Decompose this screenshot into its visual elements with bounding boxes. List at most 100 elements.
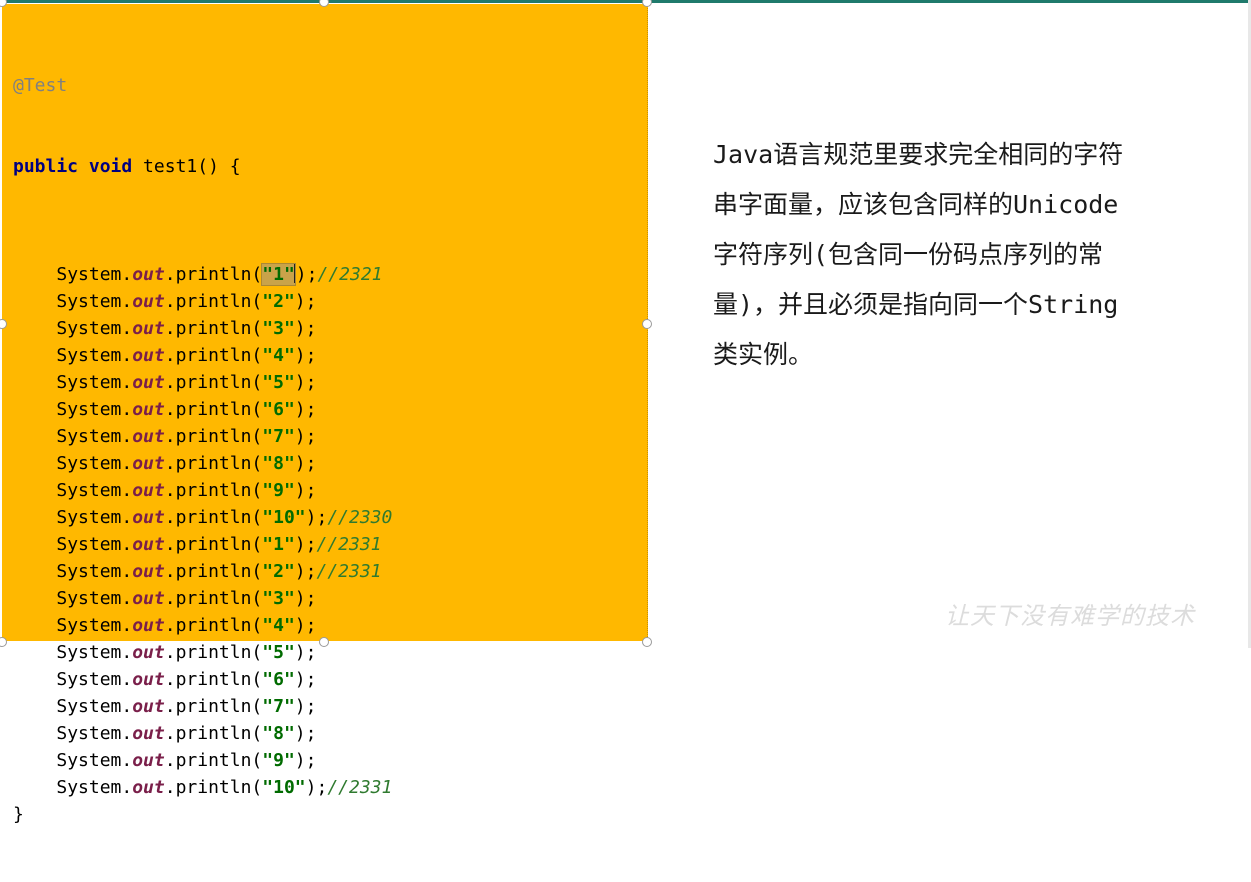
method-call: .println( xyxy=(164,696,263,717)
field-out: out xyxy=(132,750,165,771)
field-out: out xyxy=(132,399,165,420)
string-literal: "4" xyxy=(262,345,295,366)
code-statement-line: System.out.println("6"); xyxy=(13,396,392,423)
statement-end: ); xyxy=(294,615,317,636)
receiver-text: System. xyxy=(56,399,133,420)
receiver-text: System. xyxy=(56,723,133,744)
statement-end: ); xyxy=(294,345,317,366)
method-call: .println( xyxy=(164,372,263,393)
statement-end: ); xyxy=(294,399,317,420)
statement-end: ); xyxy=(294,696,317,717)
code-statement-line: System.out.println("4"); xyxy=(13,342,392,369)
string-literal: "2" xyxy=(262,561,295,582)
statement-end: ); xyxy=(294,372,317,393)
method-call: .println( xyxy=(164,507,263,528)
watermark: 让天下没有难学的技术 xyxy=(945,602,1195,630)
statement-end: ); xyxy=(294,480,317,501)
resize-handle-bottom-right[interactable] xyxy=(642,637,652,647)
statement-end: ); xyxy=(294,642,317,663)
receiver-text: System. xyxy=(56,480,133,501)
receiver-text: System. xyxy=(56,453,133,474)
string-literal: "10" xyxy=(262,777,306,798)
description-line-1: Java语言规范里要求完全相同的字符 xyxy=(713,140,1124,169)
resize-handle-top-right[interactable] xyxy=(642,0,652,7)
receiver-text: System. xyxy=(56,264,133,285)
code-statement-line: System.out.println("4"); xyxy=(13,612,392,639)
receiver-text: System. xyxy=(56,696,133,717)
statement-end: ); xyxy=(305,507,328,528)
string-literal: "1" xyxy=(261,263,296,286)
closing-brace-line: } xyxy=(13,801,392,828)
string-literal: "8" xyxy=(262,723,295,744)
statement-end: ); xyxy=(305,777,328,798)
code-statement-line: System.out.println("6"); xyxy=(13,666,392,693)
statement-end: ); xyxy=(294,561,317,582)
code-textbox[interactable]: @Test public void test1() { System.out.p… xyxy=(2,4,648,825)
method-call: .println( xyxy=(164,399,263,420)
method-call: .println( xyxy=(164,534,263,555)
field-out: out xyxy=(132,291,165,312)
resize-handle-bottom-left[interactable] xyxy=(0,637,7,647)
method-call: .println( xyxy=(164,345,263,366)
slide-top-border xyxy=(0,0,1251,3)
code-statement-line: System.out.println("8"); xyxy=(13,450,392,477)
receiver-text: System. xyxy=(56,615,133,636)
field-out: out xyxy=(132,480,165,501)
code-statement-line: System.out.println("1");//2331 xyxy=(13,531,392,558)
receiver-text: System. xyxy=(56,642,133,663)
statement-end: ); xyxy=(294,750,317,771)
receiver-text: System. xyxy=(56,318,133,339)
field-out: out xyxy=(132,777,165,798)
method-call: .println( xyxy=(164,480,263,501)
receiver-text: System. xyxy=(56,750,133,771)
receiver-text: System. xyxy=(56,372,133,393)
statement-end: ); xyxy=(294,723,317,744)
code-statement-line: System.out.println("3"); xyxy=(13,315,392,342)
field-out: out xyxy=(132,615,165,636)
string-literal: "10" xyxy=(262,507,306,528)
string-literal: "9" xyxy=(262,480,295,501)
description-line-2: 串字面量，应该包含同样的Unicode xyxy=(713,190,1119,219)
field-out: out xyxy=(132,534,165,555)
resize-handle-bottom-middle[interactable] xyxy=(319,637,329,647)
string-literal: "1" xyxy=(262,534,295,555)
method-call: .println( xyxy=(164,561,263,582)
statement-end: ); xyxy=(294,426,317,447)
code-statement-line: System.out.println("7"); xyxy=(13,693,392,720)
field-out: out xyxy=(132,345,165,366)
method-call: .println( xyxy=(164,669,263,690)
code-statement-line: System.out.println("7"); xyxy=(13,423,392,450)
code-block: @Test public void test1() { System.out.p… xyxy=(13,18,392,882)
field-out: out xyxy=(132,669,165,690)
field-out: out xyxy=(132,453,165,474)
method-call: .println( xyxy=(164,318,263,339)
signature-keywords: public void xyxy=(13,156,133,177)
code-statement-line: System.out.println("10");//2331 xyxy=(13,774,392,801)
annotation-text: @Test xyxy=(13,75,68,96)
statement-end: ); xyxy=(294,453,317,474)
line-comment: //2331 xyxy=(316,561,382,582)
statement-end: ); xyxy=(294,534,317,555)
description-line-4: 量)，并且必须是指向同一个String xyxy=(713,290,1119,319)
string-literal: "3" xyxy=(262,588,295,609)
field-out: out xyxy=(132,588,165,609)
signature-rest: test1() { xyxy=(132,156,241,177)
method-call: .println( xyxy=(164,264,263,285)
field-out: out xyxy=(132,264,165,285)
description-line-5: 类实例。 xyxy=(713,340,814,369)
resize-handle-middle-right[interactable] xyxy=(642,319,652,329)
receiver-text: System. xyxy=(56,345,133,366)
